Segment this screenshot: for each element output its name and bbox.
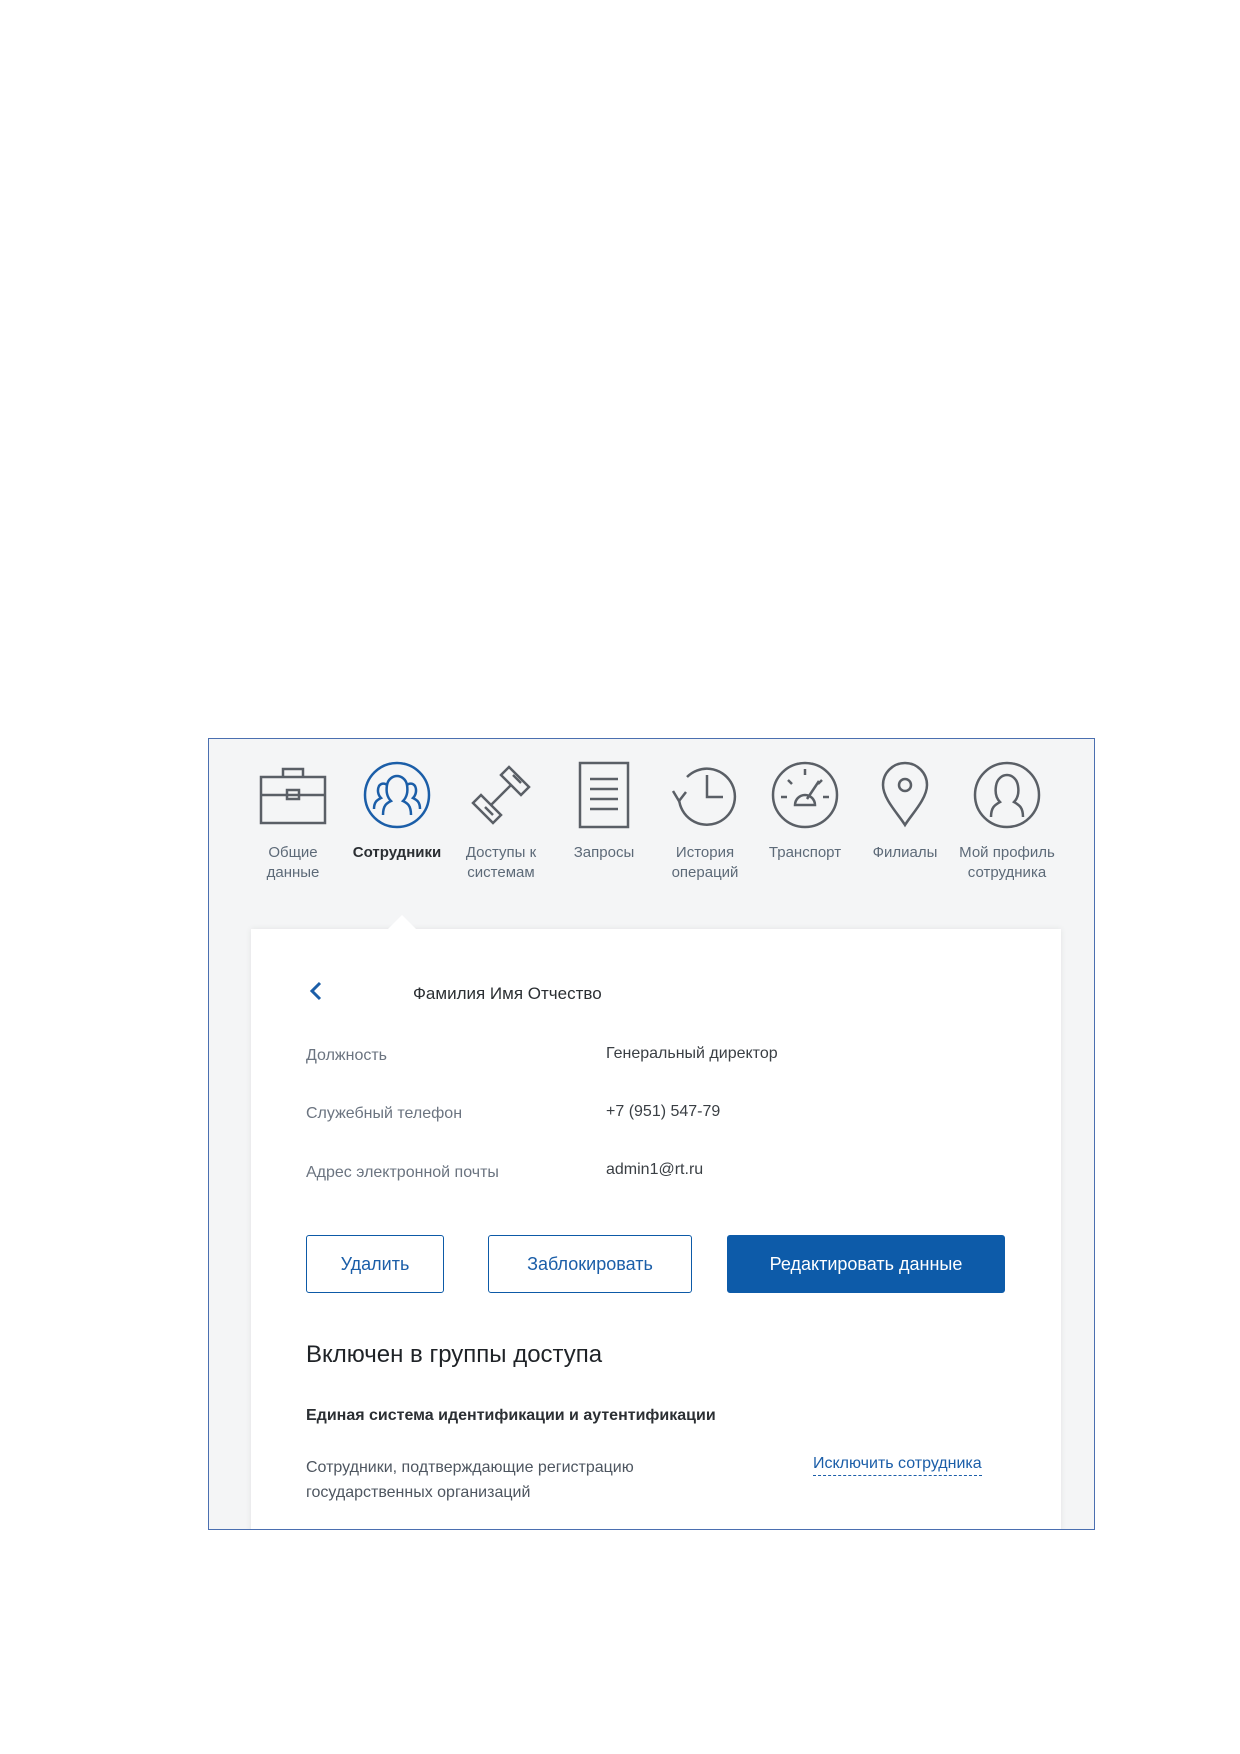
work-phone-label: Служебный телефон bbox=[306, 1105, 463, 1122]
nav-item-my-profile[interactable]: Мой профиль сотрудника bbox=[955, 759, 1059, 883]
user-profile-icon bbox=[973, 761, 1041, 829]
email-label: Адрес электронной почты bbox=[306, 1164, 499, 1181]
users-icon bbox=[363, 761, 431, 829]
system-name: Единая система идентификации и аутентифи… bbox=[306, 1407, 716, 1424]
speedometer-icon bbox=[771, 761, 839, 829]
nav-item-system-access[interactable]: Доступы к системам bbox=[449, 759, 553, 883]
work-phone-value: +7 (951) 547-79 bbox=[606, 1103, 721, 1120]
employee-name: Фамилия Имя Отчество bbox=[413, 984, 602, 1003]
location-pin-icon bbox=[881, 761, 929, 828]
briefcase-icon bbox=[259, 767, 327, 825]
nav-label: Запросы bbox=[573, 844, 635, 861]
active-tab-pointer bbox=[388, 915, 416, 929]
block-button[interactable]: Заблокировать bbox=[488, 1235, 692, 1293]
history-icon bbox=[671, 767, 737, 826]
nav-item-requests[interactable]: Запросы bbox=[552, 759, 656, 863]
nav-item-transport[interactable]: Транспорт bbox=[753, 759, 857, 863]
nav-label: Общие данные bbox=[266, 844, 320, 881]
delete-button[interactable]: Удалить bbox=[306, 1235, 444, 1293]
nav-label: История операций bbox=[671, 844, 739, 881]
email-value: admin1@rt.ru bbox=[606, 1161, 704, 1178]
nav-label: Доступы к системам bbox=[465, 844, 537, 881]
edit-data-button[interactable]: Редактировать данные bbox=[727, 1235, 1005, 1293]
employee-card: Фамилия Имя Отчество Должность Генеральн… bbox=[251, 915, 1061, 1529]
nav-label: Мой профиль сотрудника bbox=[959, 844, 1055, 881]
section-nav: Общие данные Сотрудники Доступы к систем… bbox=[209, 739, 1094, 929]
nav-label: Филиалы bbox=[872, 844, 938, 861]
exclude-employee-link[interactable]: Исключить сотрудника bbox=[813, 1455, 982, 1476]
nav-item-branches[interactable]: Филиалы bbox=[853, 759, 957, 863]
document-icon bbox=[578, 761, 630, 829]
position-value: Генеральный директор bbox=[606, 1045, 778, 1062]
nav-label: Сотрудники bbox=[352, 844, 442, 861]
chain-link-icon bbox=[471, 765, 531, 825]
position-label: Должность bbox=[306, 1047, 387, 1064]
nav-item-employees[interactable]: Сотрудники bbox=[345, 759, 449, 863]
nav-label: Транспорт bbox=[768, 844, 842, 861]
employee-profile-screen: Общие данные Сотрудники Доступы к систем… bbox=[208, 738, 1095, 1530]
nav-item-operations-history[interactable]: История операций bbox=[653, 759, 757, 883]
access-groups-title: Включен в группы доступа bbox=[306, 1341, 603, 1368]
group-description: Сотрудники, подтверждающие регистрацию г… bbox=[306, 1459, 634, 1501]
back-arrow-icon[interactable] bbox=[305, 979, 329, 1003]
nav-item-general-data[interactable]: Общие данные bbox=[241, 759, 345, 883]
